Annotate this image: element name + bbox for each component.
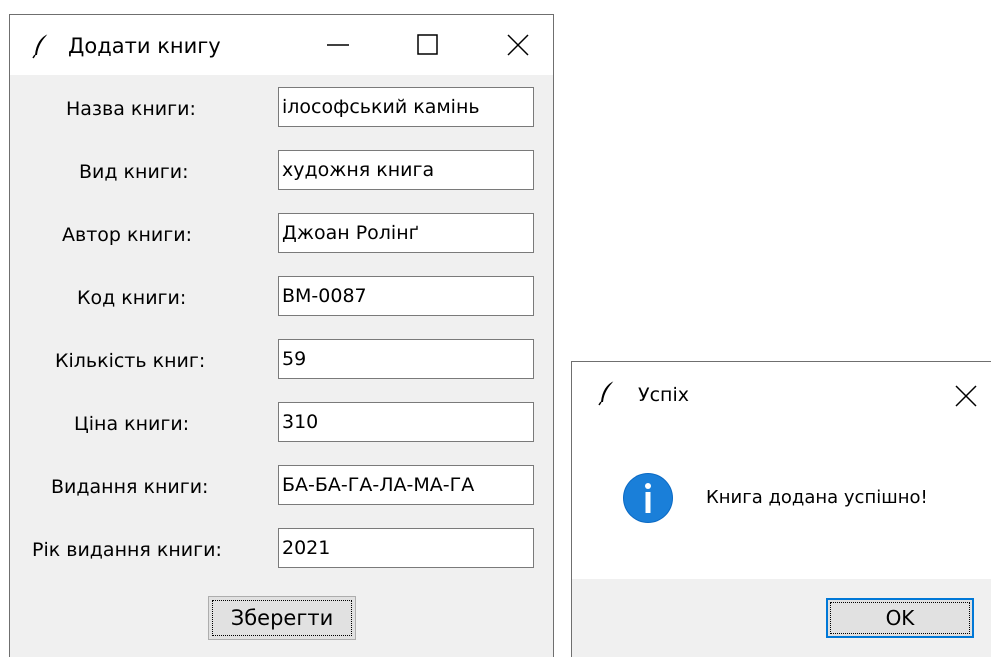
dialog-title-bar[interactable]: Успіх [572,362,991,422]
ok-button[interactable]: OK [826,598,974,638]
dialog-title: Успіх [638,384,689,406]
book-title-input[interactable]: ілософський камінь [278,87,534,127]
label-book-author: Автор книги: [62,224,192,246]
book-quantity-input[interactable]: 59 [278,339,534,379]
minimize-icon [327,44,349,46]
label-book-quantity: Кількість книг: [55,350,206,372]
dialog-close-button[interactable] [952,376,991,412]
feather-icon [598,380,615,406]
book-year-input[interactable]: 2021 [278,528,534,568]
label-book-type: Вид книги: [79,161,189,183]
close-icon [507,34,529,56]
label-book-edition: Видання книги: [51,476,209,498]
focus-ring [830,602,970,634]
title-bar[interactable]: Додати книгу [10,15,553,75]
book-price-input[interactable]: 310 [278,402,534,442]
book-edition-input[interactable]: БА-БА-ГА-ЛА-МА-ГА [278,465,534,505]
label-book-year: Рік видання книги: [32,539,222,561]
label-book-code: Код книги: [77,287,187,309]
minimize-button[interactable] [304,15,374,75]
success-dialog: Успіх Книга додана успішно! OK [571,361,991,657]
feather-icon [32,33,49,59]
maximize-icon [417,34,438,55]
save-button[interactable]: Зберегти [208,596,356,640]
info-icon [623,473,673,523]
window-title: Додати книгу [68,34,221,58]
book-author-input[interactable]: Джоан Ролінґ [278,213,534,253]
focus-ring [212,600,352,636]
book-type-input[interactable]: художня книга [278,150,534,190]
maximize-button[interactable] [394,15,464,75]
book-code-input[interactable]: ВМ-0087 [278,276,534,316]
label-book-title: Назва книги: [66,98,196,120]
dialog-message: Книга додана успішно! [706,487,928,508]
close-button[interactable] [484,15,554,75]
label-book-price: Ціна книги: [74,413,190,435]
close-icon [955,385,977,407]
add-book-window: Додати книгу Назва книги: ілософський ка… [9,14,554,657]
